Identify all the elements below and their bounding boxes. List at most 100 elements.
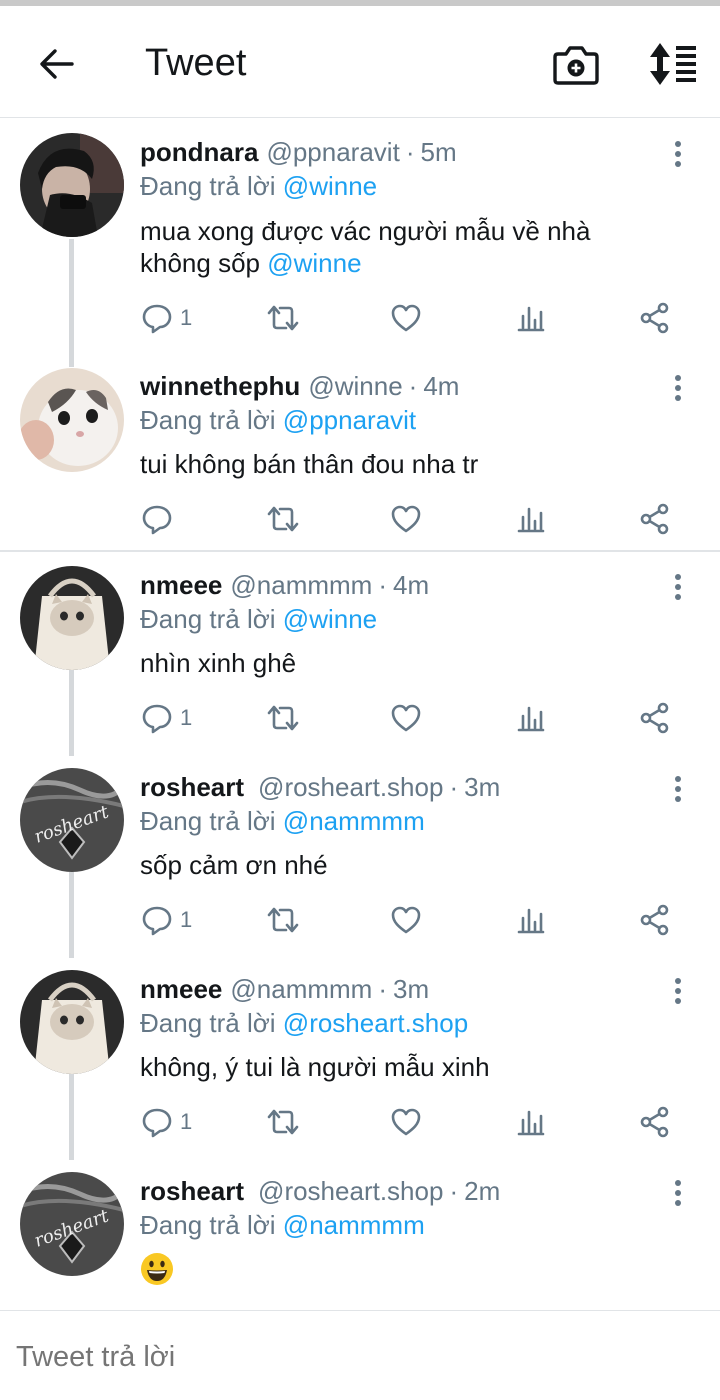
user-handle[interactable]: @nammmm xyxy=(230,570,372,601)
mention-link[interactable]: @nammmm xyxy=(283,1210,425,1240)
tweet[interactable]: rosheart rosheart @rosheart.shop · 3m Đa… xyxy=(0,754,720,956)
user-handle[interactable]: @winne xyxy=(308,371,402,402)
replying-to: Đang trả lời @rosheart.shop xyxy=(140,1008,468,1042)
mention-link[interactable]: @nammmm xyxy=(283,806,425,836)
more-options-button[interactable] xyxy=(662,137,694,171)
user-name[interactable]: nmeee xyxy=(140,974,222,1005)
back-button[interactable] xyxy=(30,38,82,90)
share-button[interactable] xyxy=(638,698,672,738)
like-button[interactable] xyxy=(389,1102,423,1142)
mention-link[interactable]: @winne xyxy=(283,171,377,201)
tweet-text xyxy=(140,1251,660,1286)
tweet-text: mua xong được vác người mẫu về nhà không… xyxy=(140,215,660,279)
tweet-header: nmeee @nammmm · 4m xyxy=(140,570,429,604)
analytics-button[interactable] xyxy=(514,499,548,539)
retweet-icon xyxy=(267,705,299,731)
like-button[interactable] xyxy=(389,298,423,338)
timestamp: 4m xyxy=(423,371,460,401)
analytics-button[interactable] xyxy=(514,698,548,738)
replying-to-label: Đang trả lời xyxy=(140,806,276,836)
mention-link[interactable]: @winne xyxy=(267,248,361,278)
reply-input[interactable] xyxy=(16,1341,696,1374)
reply-feed: pondnara @ppnaravit · 5m Đang trả lời @w… xyxy=(0,119,720,1308)
replying-to: Đang trả lời @nammmm xyxy=(140,806,425,840)
tweet-actions: 1 xyxy=(140,298,680,338)
reply-icon xyxy=(142,1108,172,1138)
more-options-button[interactable] xyxy=(662,570,694,604)
user-name[interactable]: pondnara xyxy=(140,137,258,168)
user-name[interactable]: nmeee xyxy=(140,570,222,601)
replying-to-label: Đang trả lời xyxy=(140,171,276,201)
back-arrow-icon xyxy=(40,49,74,79)
replying-to-label: Đang trả lời xyxy=(140,604,276,634)
more-options-button[interactable] xyxy=(662,772,694,806)
replying-to-label: Đang trả lời xyxy=(140,405,276,435)
user-name[interactable]: rosheart xyxy=(140,772,244,803)
sort-button[interactable] xyxy=(644,40,700,88)
separator-dot: · xyxy=(408,371,418,401)
reply-button[interactable]: 1 xyxy=(140,298,192,338)
separator-dot: · xyxy=(449,1176,459,1206)
mention-link[interactable]: @winne xyxy=(283,604,377,634)
tweet[interactable]: nmeee @nammmm · 4m Đang trả lời @winne n… xyxy=(0,552,720,754)
reply-icon xyxy=(142,906,172,936)
retweet-button[interactable] xyxy=(264,698,302,738)
analytics-icon xyxy=(517,908,545,934)
more-options-button[interactable] xyxy=(662,974,694,1008)
avatar[interactable]: rosheart xyxy=(20,768,124,872)
avatar[interactable] xyxy=(20,970,124,1074)
user-handle[interactable]: @rosheart.shop xyxy=(258,772,443,803)
replying-to-label: Đang trả lời xyxy=(140,1008,276,1038)
tweet[interactable]: rosheart rosheart @rosheart.shop · 2m Đa… xyxy=(0,1158,720,1310)
analytics-button[interactable] xyxy=(514,1102,548,1142)
like-button[interactable] xyxy=(389,499,423,539)
reply-button[interactable]: 1 xyxy=(140,900,192,940)
user-handle[interactable]: @ppnaravit xyxy=(266,137,399,168)
share-button[interactable] xyxy=(638,1102,672,1142)
user-handle[interactable]: @nammmm xyxy=(230,974,372,1005)
mention-link[interactable]: @rosheart.shop xyxy=(283,1008,468,1038)
separator-dot: · xyxy=(378,974,388,1004)
tweet[interactable]: pondnara @ppnaravit · 5m Đang trả lời @w… xyxy=(0,119,720,355)
tweet-actions xyxy=(140,499,680,539)
share-icon xyxy=(640,702,669,734)
avatar[interactable] xyxy=(20,368,124,472)
share-button[interactable] xyxy=(638,499,672,539)
page-title: Tweet xyxy=(145,42,247,84)
share-button[interactable] xyxy=(638,900,672,940)
thread-group: nmeee @nammmm · 4m Đang trả lời @winne n… xyxy=(0,550,720,1308)
avatar[interactable]: rosheart xyxy=(20,1172,124,1276)
share-icon xyxy=(640,1106,669,1138)
avatar[interactable] xyxy=(20,566,124,670)
more-options-button[interactable] xyxy=(662,1176,694,1210)
avatar[interactable] xyxy=(20,133,124,237)
retweet-button[interactable] xyxy=(264,499,302,539)
tweet[interactable]: nmeee @nammmm · 3m Đang trả lời @roshear… xyxy=(0,956,720,1158)
reply-button[interactable]: 1 xyxy=(140,1102,192,1142)
mention-link[interactable]: @ppnaravit xyxy=(283,405,416,435)
user-name[interactable]: rosheart xyxy=(140,1176,244,1207)
tweet-text-line: không sốp xyxy=(140,248,260,278)
user-name[interactable]: winnethephu xyxy=(140,371,300,402)
share-button[interactable] xyxy=(638,298,672,338)
retweet-button[interactable] xyxy=(264,1102,302,1142)
camera-button[interactable] xyxy=(550,40,602,88)
like-button[interactable] xyxy=(389,698,423,738)
more-options-button[interactable] xyxy=(662,371,694,405)
retweet-button[interactable] xyxy=(264,900,302,940)
reply-button[interactable]: 1 xyxy=(140,698,192,738)
retweet-button[interactable] xyxy=(264,298,302,338)
like-button[interactable] xyxy=(389,900,423,940)
user-handle[interactable]: @rosheart.shop xyxy=(258,1176,443,1207)
camera-add-icon xyxy=(553,46,599,85)
thread-group: pondnara @ppnaravit · 5m Đang trả lời @w… xyxy=(0,119,720,550)
tweet[interactable]: winnethephu @winne · 4m Đang trả lời @pp… xyxy=(0,355,720,550)
share-icon xyxy=(640,904,669,936)
analytics-icon xyxy=(517,1110,545,1136)
separator-dot: · xyxy=(449,772,459,802)
reply-count: 1 xyxy=(180,907,193,932)
analytics-button[interactable] xyxy=(514,900,548,940)
reply-button[interactable] xyxy=(140,499,174,539)
analytics-icon xyxy=(517,306,545,332)
analytics-button[interactable] xyxy=(514,298,548,338)
